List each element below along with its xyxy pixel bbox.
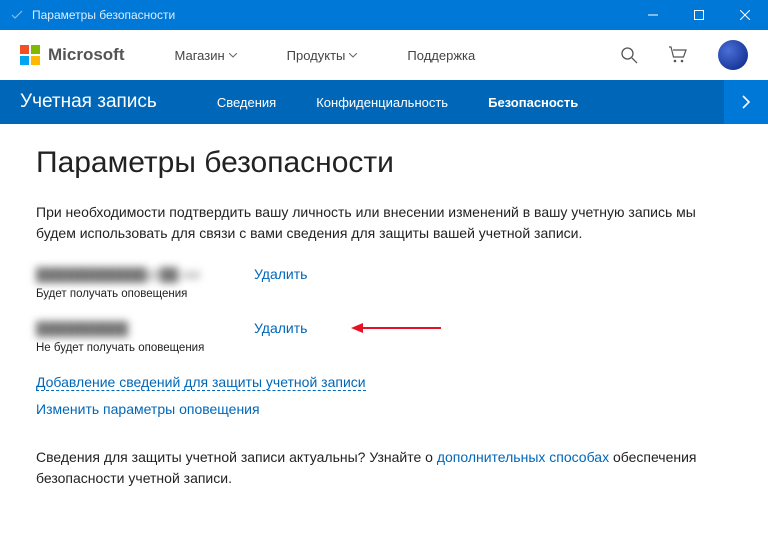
arrow-annotation bbox=[351, 321, 441, 335]
microsoft-logo[interactable]: Microsoft bbox=[20, 45, 125, 65]
contact-phone-masked: ██████████ bbox=[36, 321, 146, 336]
minimize-button[interactable] bbox=[630, 0, 676, 30]
microsoft-logo-icon bbox=[20, 45, 40, 65]
window-titlebar: Параметры безопасности bbox=[0, 0, 768, 30]
header-icons bbox=[620, 40, 748, 70]
contact-email-masked: ████████████@██.net bbox=[36, 267, 226, 282]
security-info-entry: ████████████@██.net Удалить Будет получа… bbox=[36, 266, 732, 300]
subnav-brand[interactable]: Учетная запись bbox=[20, 91, 157, 113]
top-nav: Магазин Продукты Поддержка bbox=[175, 48, 476, 63]
chevron-down-icon bbox=[349, 53, 357, 58]
nav-support-label: Поддержка bbox=[407, 48, 475, 63]
window-controls bbox=[630, 0, 768, 30]
app-icon bbox=[10, 8, 24, 22]
page-title: Параметры безопасности bbox=[36, 146, 732, 180]
header: Microsoft Магазин Продукты Поддержка bbox=[0, 30, 768, 80]
subnav-next-button[interactable] bbox=[724, 80, 768, 124]
subnav-tabs: Сведения Конфиденциальность Безопасность bbox=[217, 95, 578, 110]
microsoft-logo-text: Microsoft bbox=[48, 45, 125, 65]
main-content: Параметры безопасности При необходимости… bbox=[0, 124, 768, 511]
chevron-right-icon bbox=[742, 95, 750, 109]
avatar[interactable] bbox=[718, 40, 748, 70]
footer-text: Сведения для защиты учетной записи актуа… bbox=[36, 447, 732, 489]
links-block: Добавление сведений для защиты учетной з… bbox=[36, 374, 732, 427]
nav-store[interactable]: Магазин bbox=[175, 48, 237, 63]
chevron-down-icon bbox=[229, 53, 237, 58]
delete-link[interactable]: Удалить bbox=[254, 320, 307, 336]
search-icon[interactable] bbox=[620, 46, 638, 64]
account-subnav: Учетная запись Сведения Конфиденциальнос… bbox=[0, 80, 768, 124]
tab-info[interactable]: Сведения bbox=[217, 95, 276, 110]
window-title: Параметры безопасности bbox=[32, 8, 175, 22]
footer-text-pre: Сведения для защиты учетной записи актуа… bbox=[36, 449, 437, 465]
nav-products-label: Продукты bbox=[287, 48, 346, 63]
security-info-entry: ██████████ Удалить Не будет получать опо… bbox=[36, 320, 732, 354]
entry-note: Не будет получать оповещения bbox=[36, 342, 732, 354]
tab-privacy[interactable]: Конфиденциальность bbox=[316, 95, 448, 110]
tab-security[interactable]: Безопасность bbox=[488, 95, 578, 110]
change-notification-settings-link[interactable]: Изменить параметры оповещения bbox=[36, 401, 260, 417]
add-security-info-link[interactable]: Добавление сведений для защиты учетной з… bbox=[36, 374, 366, 391]
nav-support[interactable]: Поддержка bbox=[407, 48, 475, 63]
close-button[interactable] bbox=[722, 0, 768, 30]
delete-link[interactable]: Удалить bbox=[254, 266, 307, 282]
nav-store-label: Магазин bbox=[175, 48, 225, 63]
page-description: При необходимости подтвердить вашу лично… bbox=[36, 202, 732, 244]
cart-icon[interactable] bbox=[668, 46, 688, 64]
additional-methods-link[interactable]: дополнительных способах bbox=[437, 449, 609, 465]
maximize-button[interactable] bbox=[676, 0, 722, 30]
nav-products[interactable]: Продукты bbox=[287, 48, 358, 63]
entry-note: Будет получать оповещения bbox=[36, 288, 732, 300]
